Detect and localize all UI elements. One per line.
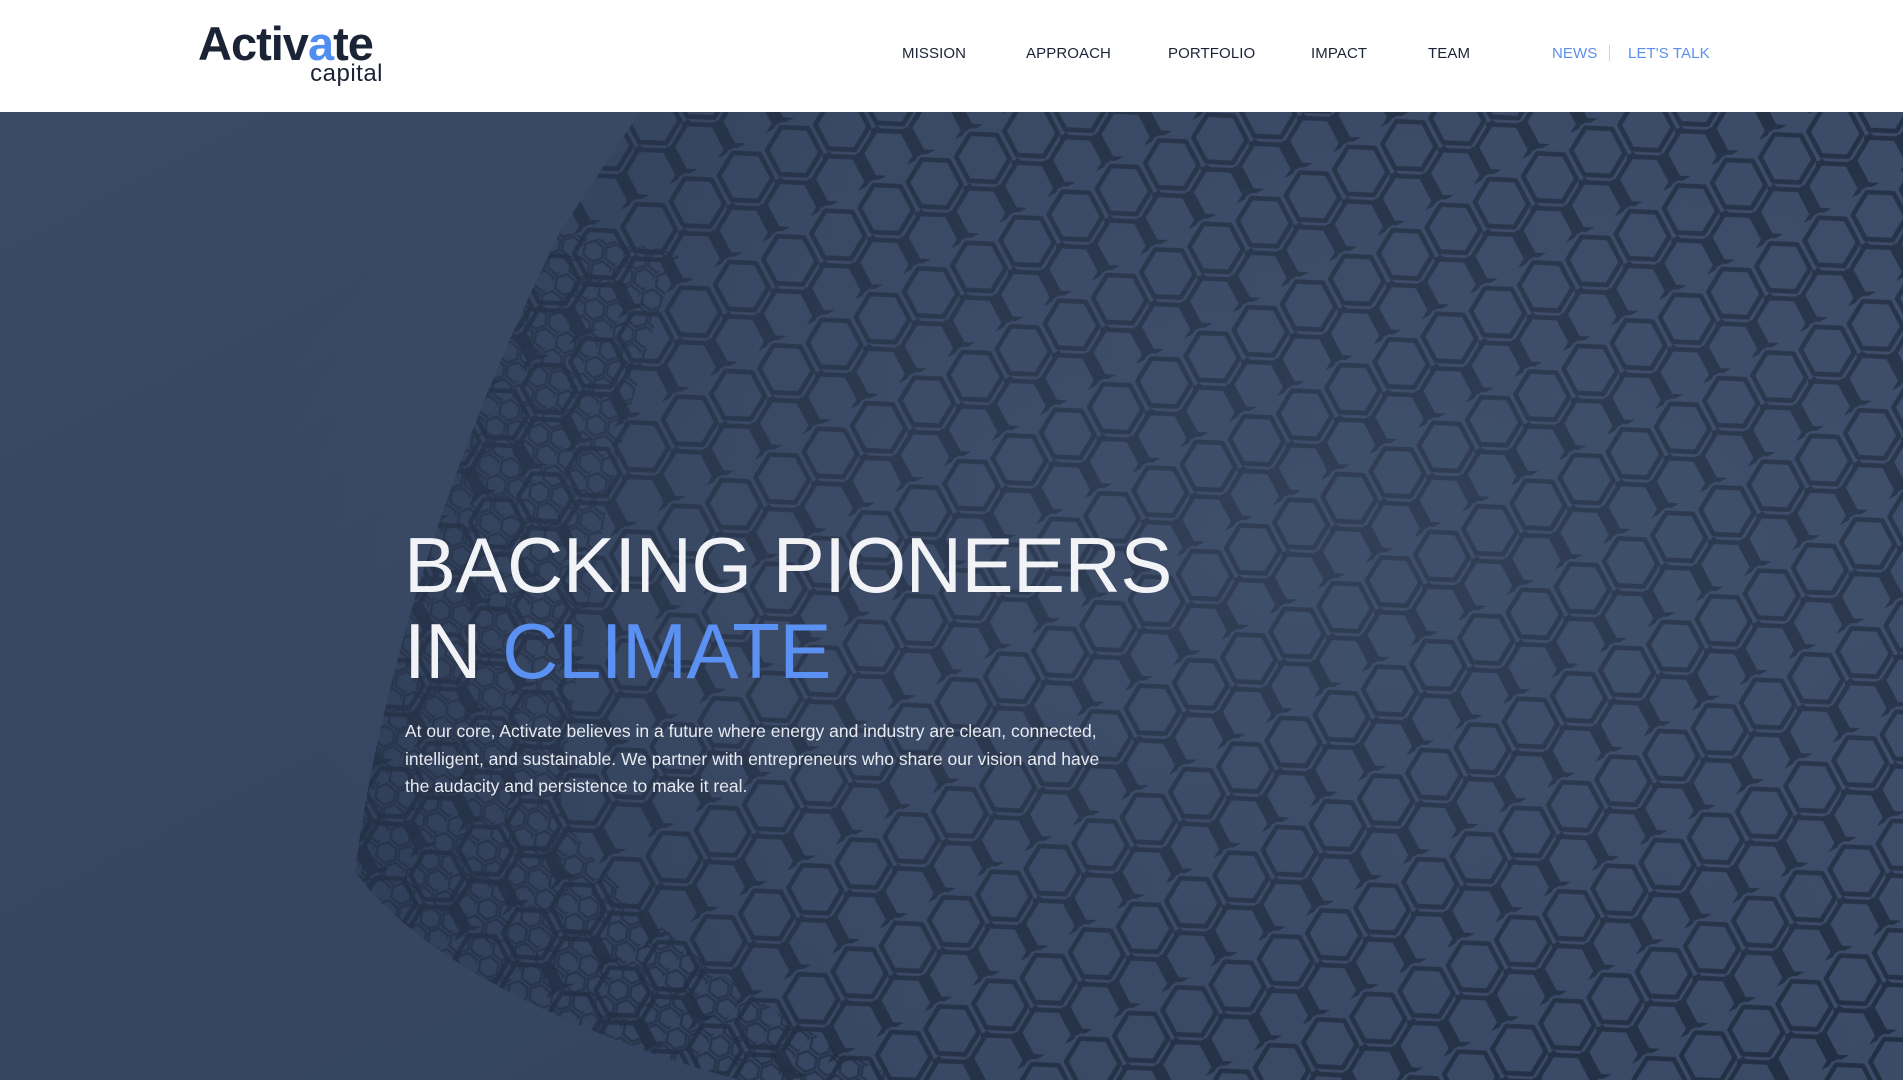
hero-title-highlight: CLIMATE (502, 607, 831, 695)
nav-news[interactable]: NEWS (1552, 44, 1597, 64)
nav-portfolio[interactable]: PORTFOLIO (1168, 44, 1255, 64)
nav-team[interactable]: TEAM (1428, 44, 1470, 64)
nav-lets-talk[interactable]: LET'S TALK (1628, 44, 1710, 64)
hero-title: BACKING PIONEERS IN CLIMATE (404, 522, 1304, 694)
nav-divider (1609, 45, 1610, 61)
nav-mission[interactable]: MISSION (902, 44, 966, 64)
hero-section: BACKING PIONEERS IN CLIMATE At our core, … (0, 112, 1903, 1080)
nav-approach[interactable]: APPROACH (1026, 44, 1111, 64)
main-nav: MISSION APPROACH PORTFOLIO IMPACT TEAM N… (0, 44, 1903, 66)
hero-title-line1: BACKING PIONEERS (404, 521, 1172, 609)
site-header: Activate capital MISSION APPROACH PORTFO… (0, 0, 1903, 112)
hero-description: At our core, Activate believes in a futu… (405, 721, 1100, 796)
hero-title-prefix: IN (404, 607, 482, 695)
nav-impact[interactable]: IMPACT (1311, 44, 1367, 64)
